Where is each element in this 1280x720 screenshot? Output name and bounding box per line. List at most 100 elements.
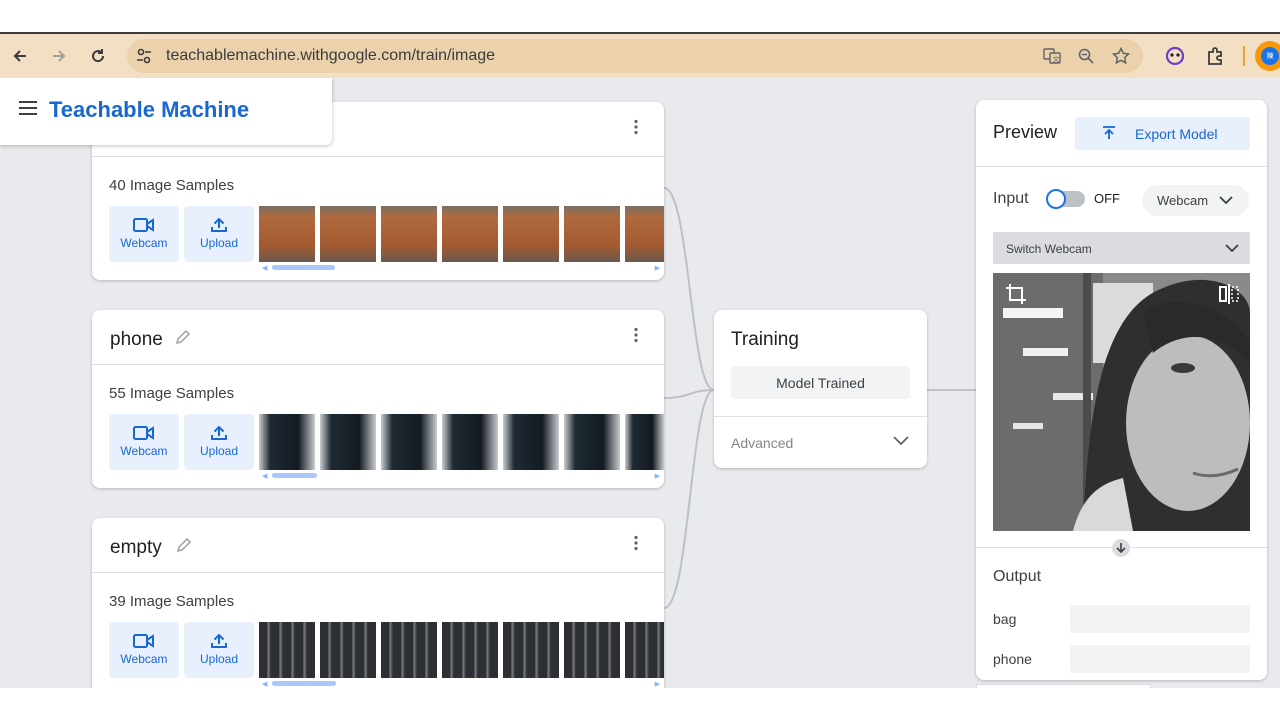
model-trained-button[interactable]: Model Trained	[731, 366, 910, 399]
class-name[interactable]: phone	[110, 329, 163, 351]
more-options-icon[interactable]	[628, 535, 644, 551]
sample-thumbnail[interactable]	[564, 414, 620, 470]
forward-button[interactable]	[45, 42, 73, 70]
samples-scrollbar[interactable]: ◀ ▶	[262, 264, 660, 272]
upload-icon	[211, 217, 227, 232]
app-header: Teachable Machine	[0, 78, 332, 145]
chevron-down-icon[interactable]	[892, 434, 910, 446]
sample-thumbnail[interactable]	[503, 622, 559, 678]
class-name[interactable]: empty	[110, 537, 162, 559]
scroll-left-icon[interactable]: ◀	[262, 680, 267, 688]
input-label: Input	[993, 190, 1029, 207]
sample-thumbnail[interactable]	[320, 206, 376, 262]
class-card-header: phone	[92, 310, 664, 365]
divider	[714, 416, 927, 417]
arrow-right-icon	[53, 50, 66, 62]
webcam-frame	[993, 273, 1250, 531]
upload-button[interactable]: Upload	[184, 414, 254, 470]
svg-text:文: 文	[1053, 55, 1060, 64]
translate-icon[interactable]: 文	[1043, 47, 1061, 65]
samples-scrollbar[interactable]: ◀ ▶	[262, 472, 660, 480]
site-settings-icon[interactable]	[135, 47, 153, 65]
more-options-icon[interactable]	[628, 119, 644, 135]
url-text[interactable]: teachablemachine.withgoogle.com/train/im…	[166, 47, 495, 65]
export-model-button[interactable]: Export Model	[1075, 117, 1250, 150]
sample-thumbnail[interactable]	[381, 622, 437, 678]
arrow-left-icon	[13, 50, 26, 62]
samples-scrollbar[interactable]: ◀ ▶	[262, 680, 660, 688]
upload-button[interactable]: Upload	[184, 622, 254, 678]
reload-button[interactable]	[84, 42, 112, 70]
scroll-thumb[interactable]	[272, 473, 317, 478]
back-button[interactable]	[6, 42, 34, 70]
sample-thumbnail[interactable]	[442, 414, 498, 470]
scroll-right-icon[interactable]: ▶	[655, 264, 660, 272]
sample-count: 40 Image Samples	[109, 177, 235, 194]
toolbar-separator	[1243, 46, 1245, 66]
edit-pencil-icon[interactable]	[174, 328, 192, 346]
upload-button[interactable]: Upload	[184, 206, 254, 262]
switch-webcam-dropdown[interactable]: Switch Webcam	[993, 232, 1250, 264]
sample-thumbnail[interactable]	[503, 414, 559, 470]
sample-thumbnail[interactable]	[259, 622, 315, 678]
extensions-puzzle-icon[interactable]	[1205, 46, 1225, 66]
webcam-preview	[993, 273, 1250, 531]
training-card: Training Model Trained Advanced	[714, 310, 927, 468]
more-options-icon[interactable]	[628, 327, 644, 343]
extension-face-icon[interactable]	[1165, 46, 1185, 66]
sample-thumbnail[interactable]	[320, 622, 376, 678]
flip-icon[interactable]	[1218, 283, 1240, 305]
scroll-left-icon[interactable]: ◀	[262, 472, 267, 480]
scroll-right-icon[interactable]: ▶	[655, 472, 660, 480]
zoom-icon[interactable]	[1077, 47, 1095, 65]
divider	[976, 166, 1267, 167]
export-upload-icon	[1103, 126, 1115, 139]
sample-thumbnail[interactable]	[564, 206, 620, 262]
page-bottom	[0, 688, 1280, 720]
sample-thumbnail[interactable]	[320, 414, 376, 470]
sample-thumbnail[interactable]	[503, 206, 559, 262]
training-title: Training	[731, 329, 799, 350]
input-source-dropdown[interactable]: Webcam	[1142, 185, 1249, 216]
crop-icon[interactable]	[1005, 283, 1027, 305]
hamburger-menu-icon[interactable]	[18, 100, 38, 116]
sample-thumbnail[interactable]	[625, 414, 664, 470]
scroll-left-icon[interactable]: ◀	[262, 264, 267, 272]
bookmark-star-icon[interactable]	[1112, 47, 1130, 65]
reload-icon	[92, 49, 105, 63]
toggle-knob[interactable]	[1046, 189, 1066, 209]
sample-thumbnail[interactable]	[259, 206, 315, 262]
scroll-thumb[interactable]	[272, 681, 336, 686]
webcam-button[interactable]: Webcam	[109, 206, 179, 262]
webcam-button[interactable]: Webcam	[109, 622, 179, 678]
sample-thumbnail[interactable]	[259, 414, 315, 470]
chevron-down-icon	[1219, 196, 1233, 205]
upload-label: Upload	[199, 652, 239, 666]
webcam-button[interactable]: Webcam	[109, 414, 179, 470]
scroll-thumb[interactable]	[272, 265, 335, 270]
upload-icon	[211, 633, 227, 648]
sample-thumbnail[interactable]	[381, 414, 437, 470]
sample-thumbnail[interactable]	[625, 206, 664, 262]
webcam-label: Webcam	[120, 236, 168, 250]
app-canvas: 40 Image Samples Webcam Upload ◀ ▶ phone…	[0, 78, 1280, 688]
advanced-label[interactable]: Advanced	[731, 435, 793, 451]
output-label: Output	[993, 568, 1042, 585]
video-camera-icon	[133, 634, 154, 648]
sample-thumbnail[interactable]	[381, 206, 437, 262]
class-card-header: empty	[92, 518, 664, 573]
video-camera-icon	[133, 218, 154, 232]
sample-thumbnail[interactable]	[442, 622, 498, 678]
profile-avatar[interactable]: 陳	[1255, 41, 1280, 71]
scroll-right-icon[interactable]: ▶	[655, 680, 660, 688]
class-card-empty: empty 39 Image Samples Webcam Upload ◀ ▶	[92, 518, 664, 688]
sample-thumbnail[interactable]	[442, 206, 498, 262]
address-bar[interactable]: teachablemachine.withgoogle.com/train/im…	[127, 39, 1143, 73]
input-toggle[interactable]	[1046, 189, 1085, 209]
upload-label: Upload	[199, 236, 239, 250]
edit-pencil-icon[interactable]	[175, 536, 193, 554]
app-logo[interactable]: Teachable Machine	[49, 97, 249, 123]
sample-thumbnail[interactable]	[564, 622, 620, 678]
sample-thumbnail[interactable]	[625, 622, 664, 678]
upload-icon	[211, 425, 227, 440]
